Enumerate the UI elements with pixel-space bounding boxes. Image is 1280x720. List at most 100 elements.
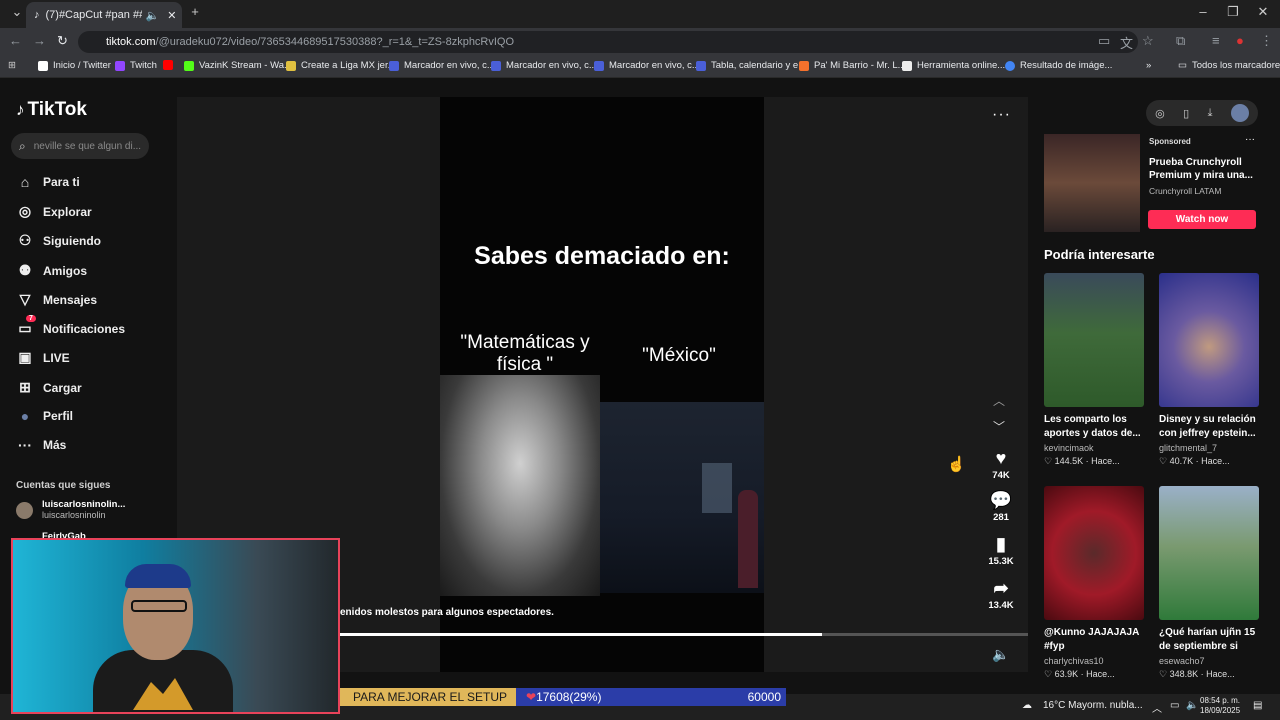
new-tab-icon[interactable]: +: [180, 4, 210, 19]
bookmark-4[interactable]: Create a Liga MX jer...: [286, 60, 396, 71]
user-avatar[interactable]: [1230, 104, 1249, 122]
chrome-menu-icon[interactable]: ⋮: [1260, 33, 1273, 49]
reload-icon[interactable]: ↻: [57, 33, 68, 49]
address-bar-row: ← → ↻ tiktok.com/@uradeku072/video/73653…: [0, 28, 1280, 56]
video-progress-bar[interactable]: [340, 633, 1028, 636]
bookmark-8[interactable]: Tabla, calendario y e...: [696, 60, 806, 71]
ad-thumbnail[interactable]: [1044, 134, 1140, 232]
forward-icon[interactable]: →: [33, 33, 46, 48]
recommended-video-card[interactable]: Disney y su relación con jeffrey epstein…: [1159, 273, 1259, 467]
nav-para-ti[interactable]: ⌂ Para ti: [16, 174, 80, 190]
bookmark-icon: ▮: [996, 534, 1006, 554]
minimize-icon[interactable]: –: [1188, 4, 1218, 19]
bookmark-0[interactable]: Inicio / Twitter: [38, 60, 111, 71]
like-button[interactable]: ♥ 74K: [986, 448, 1016, 481]
recommendations-header: Podría interesarte: [1044, 247, 1155, 262]
all-bookmarks[interactable]: ▭ Todos los marcadores: [1178, 60, 1280, 71]
sponsored-label: Sponsored: [1149, 137, 1191, 146]
bookmark-6[interactable]: Marcador en vivo, c...: [491, 60, 597, 71]
tray-chevron-icon[interactable]: ︿: [1152, 700, 1162, 715]
url-field[interactable]: tiktok.com/@uradeku072/video/73653446895…: [78, 31, 1138, 53]
progress-fill: [340, 633, 822, 636]
tiktok-logo[interactable]: ♪ TikTok: [16, 99, 87, 121]
recommended-video-card[interactable]: @Kunno JAJAJAJA #fyp charlychivas10 ♡ 63…: [1044, 486, 1144, 680]
bookmark-3[interactable]: VazinK Stream - Wa...: [184, 60, 292, 71]
nav-notificaciones[interactable]: ▭ 7 Notificaciones: [16, 315, 125, 337]
nav-label: Siguiendo: [43, 233, 101, 248]
bookmark-11[interactable]: Resultado de imáge...: [1005, 60, 1112, 71]
speaker-icon[interactable]: 🔈: [1186, 700, 1198, 711]
recommended-video-card[interactable]: Les comparto los aportes y datos de... k…: [1044, 273, 1144, 467]
nav-amigos[interactable]: ⚉ Amigos: [16, 262, 87, 279]
comment-button[interactable]: 💬 281: [986, 490, 1016, 523]
goal-progress: ❤17608(29%): [526, 688, 601, 706]
device-icon[interactable]: ▯: [1183, 107, 1189, 120]
share-button[interactable]: ➦ 13.4K: [986, 578, 1016, 611]
bookmark-1[interactable]: Twitch: [115, 60, 157, 71]
ad-options-icon[interactable]: ···: [1245, 134, 1255, 145]
apps-icon[interactable]: ⊞: [8, 60, 16, 71]
battery-icon[interactable]: ▭: [1170, 700, 1179, 711]
watch-now-button[interactable]: Watch now: [1148, 210, 1256, 229]
recommended-video-card[interactable]: ¿Qué harían ujñn 15 de septiembre si so.…: [1159, 486, 1259, 680]
url-host: tiktok.com: [106, 36, 156, 48]
bookmark-5[interactable]: Marcador en vivo, c...: [389, 60, 495, 71]
tab-close-icon[interactable]: ✕: [167, 9, 176, 22]
download-icon[interactable]: ⤓: [1208, 107, 1213, 120]
notifications-tray-icon[interactable]: ▤: [1253, 700, 1262, 711]
nav-label: Amigos: [43, 263, 88, 278]
bookmark-label: Marcador en vivo, c...: [506, 60, 597, 71]
restore-icon[interactable]: ❐: [1218, 4, 1248, 20]
next-video-icon[interactable]: ﹀: [993, 418, 1005, 435]
bookmark-10[interactable]: Herramienta online...: [902, 60, 1005, 71]
label-mexico: "México": [642, 345, 716, 366]
media-icon[interactable]: ≡: [1212, 33, 1220, 48]
bookmark-9[interactable]: Pa' Mi Barrio - Mr. L...: [799, 60, 906, 71]
volume-icon[interactable]: 🔈: [992, 646, 1009, 663]
clock-time: 08:54 p. m.: [1200, 696, 1241, 705]
nav-explorar[interactable]: ◎ Explorar: [16, 203, 92, 220]
goal-current: 17608(29%): [536, 690, 602, 704]
extensions-icon[interactable]: ⧉: [1176, 33, 1185, 49]
nav-mas[interactable]: ··· Más: [16, 437, 66, 453]
tool-icon: [902, 60, 912, 71]
weather-text[interactable]: 16°C Mayorm. nubla...: [1043, 700, 1143, 711]
profile-chrome-icon[interactable]: ●: [1236, 33, 1244, 48]
streamer-cap: [125, 564, 191, 588]
previous-video-icon[interactable]: ︿: [993, 392, 1005, 409]
clock-date: 18/09/2025: [1200, 706, 1241, 715]
nav-siguiendo[interactable]: ⚇ Siguiendo: [16, 232, 101, 249]
bookmark-star-icon[interactable]: ☆: [1142, 33, 1154, 49]
card-title: ¿Qué harían ujñn 15 de septiembre si so.…: [1159, 627, 1256, 652]
following-icon: ⚇: [18, 232, 32, 248]
cast-icon[interactable]: ▭: [1098, 33, 1110, 49]
close-window-icon[interactable]: ✕: [1248, 4, 1278, 20]
nav-live[interactable]: ▣ LIVE: [16, 349, 69, 366]
more-options-icon[interactable]: ···: [992, 106, 1011, 124]
more-icon: ···: [18, 437, 32, 453]
webcam-overlay: [11, 538, 340, 714]
nav-perfil[interactable]: ● Perfil: [16, 408, 73, 424]
mouse-cursor-icon: ☝: [947, 456, 966, 473]
card-stats: ♡ 348.8K · Hace...: [1159, 669, 1235, 679]
nav-mensajes[interactable]: ▽ Mensajes: [16, 291, 97, 308]
tab-audio-icon[interactable]: 🔈: [146, 9, 160, 22]
bookmark-label: Inicio / Twitter: [53, 60, 111, 71]
weather-icon[interactable]: ☁: [1022, 700, 1032, 711]
ad-title[interactable]: Prueba Crunchyroll Premium y mira una...: [1149, 156, 1259, 182]
browser-tab[interactable]: ♪ (7)#CapCut #pan ###humo 🔈 ✕: [26, 2, 182, 28]
system-clock[interactable]: 08:54 p. m. 18/09/2025: [1200, 696, 1240, 716]
translate-icon[interactable]: 文: [1120, 33, 1133, 52]
nav-cargar[interactable]: ⊞ Cargar: [16, 379, 82, 396]
coins-icon[interactable]: ◎: [1155, 107, 1165, 120]
save-button[interactable]: ▮ 15.3K: [986, 534, 1016, 567]
following-account[interactable]: luiscarlosninolin... luiscarlosninolin: [16, 499, 125, 521]
goal-label: PARA MEJORAR EL SETUP: [340, 688, 516, 706]
x-icon: [38, 60, 48, 71]
nav-label: Perfil: [43, 409, 74, 423]
search-input[interactable]: ⌕ neville se que algun di...: [11, 133, 149, 159]
back-icon[interactable]: ←: [9, 33, 22, 48]
more-bookmarks-icon[interactable]: »: [1146, 60, 1151, 71]
bookmark-7[interactable]: Marcador en vivo, c...: [594, 60, 700, 71]
bookmark-2[interactable]: [163, 60, 178, 70]
